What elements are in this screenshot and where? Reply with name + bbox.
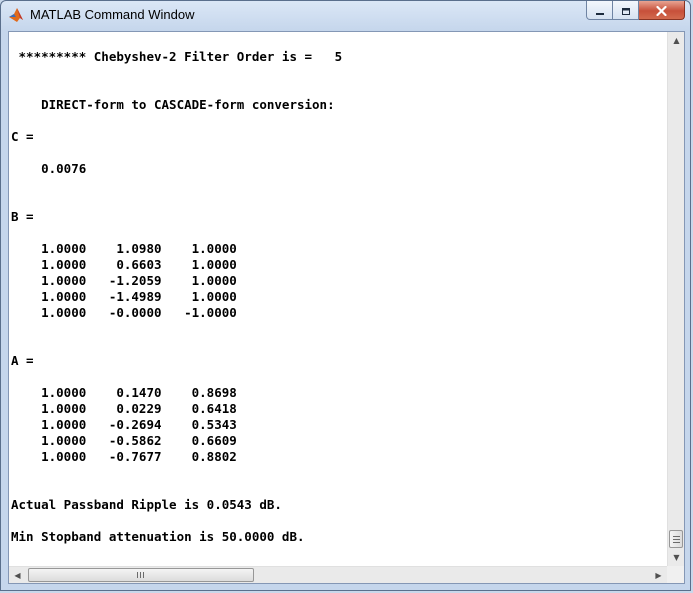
a-row: 1.0000 -0.5862 0.6609: [11, 433, 237, 448]
command-window-content: ********* Chebyshev-2 Filter Order is = …: [8, 31, 685, 584]
grip-line: [143, 572, 144, 578]
matlab-logo-icon: [8, 7, 24, 23]
grip-line: [140, 572, 141, 578]
maximize-button[interactable]: [613, 1, 639, 20]
grip-line: [673, 539, 680, 540]
b-row: 1.0000 -1.4989 1.0000: [11, 289, 237, 304]
horizontal-scroll-thumb[interactable]: [28, 568, 254, 582]
b-row: 1.0000 0.6603 1.0000: [11, 257, 237, 272]
stopband-attenuation-line: Min Stopband attenuation is 50.0000 dB.: [11, 529, 305, 544]
scrollbar-corner: [667, 566, 684, 583]
command-window: MATLAB Command Window ********* Chebyshe…: [0, 0, 691, 591]
b-row: 1.0000 1.0980 1.0000: [11, 241, 237, 256]
c-value: 0.0076: [11, 161, 87, 176]
window-controls: [586, 1, 685, 20]
horizontal-scrollbar[interactable]: ◀ ▶: [9, 566, 667, 583]
arrow-left-icon: ◀: [14, 571, 21, 580]
maximize-icon: [621, 1, 631, 20]
close-button[interactable]: [639, 1, 685, 20]
a-row: 1.0000 -0.7677 0.8802: [11, 449, 237, 464]
b-label: B =: [11, 209, 34, 224]
scroll-down-button[interactable]: ▼: [668, 549, 685, 566]
scroll-up-button[interactable]: ▲: [668, 32, 685, 49]
scroll-right-button[interactable]: ▶: [650, 567, 667, 584]
command-output[interactable]: ********* Chebyshev-2 Filter Order is = …: [9, 32, 667, 566]
passband-ripple-line: Actual Passband Ripple is 0.0543 dB.: [11, 497, 282, 512]
window-title: MATLAB Command Window: [30, 7, 195, 22]
scroll-left-button[interactable]: ◀: [9, 567, 26, 584]
b-row: 1.0000 -0.0000 -1.0000: [11, 305, 237, 320]
a-label: A =: [11, 353, 34, 368]
grip-line: [673, 536, 680, 537]
close-icon: [656, 1, 667, 20]
conversion-heading: DIRECT-form to CASCADE-form conversion:: [11, 97, 335, 112]
filter-order-line: ********* Chebyshev-2 Filter Order is = …: [11, 49, 343, 64]
arrow-down-icon: ▼: [673, 553, 680, 562]
b-row: 1.0000 -1.2059 1.0000: [11, 273, 237, 288]
title-bar[interactable]: MATLAB Command Window: [1, 1, 690, 31]
c-label: C =: [11, 129, 34, 144]
vertical-scrollbar[interactable]: ▲ ▼: [667, 32, 684, 566]
a-row: 1.0000 0.0229 0.6418: [11, 401, 237, 416]
minimize-button[interactable]: [586, 1, 613, 20]
grip-line: [673, 542, 680, 543]
a-row: 1.0000 0.1470 0.8698: [11, 385, 237, 400]
arrow-up-icon: ▲: [673, 36, 680, 45]
a-row: 1.0000 -0.2694 0.5343: [11, 417, 237, 432]
vertical-scroll-thumb[interactable]: [669, 530, 683, 548]
arrow-right-icon: ▶: [655, 571, 662, 580]
grip-line: [137, 572, 138, 578]
minimize-icon: [595, 1, 605, 20]
